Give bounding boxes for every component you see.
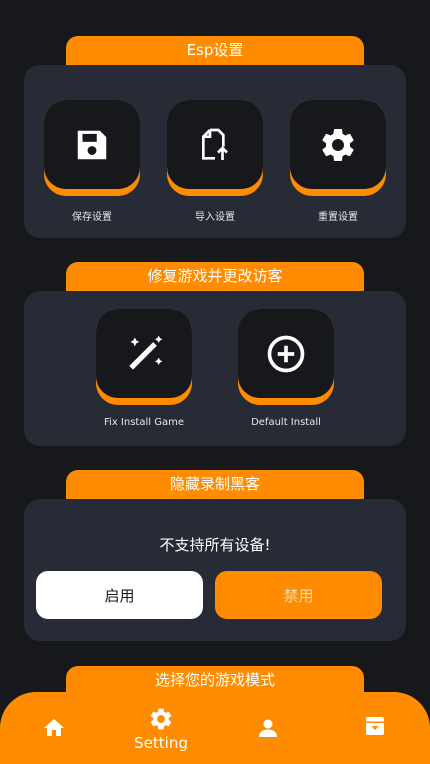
user-icon: [259, 719, 277, 737]
esp-settings-card: 保存设置 导入设置 重置设置: [24, 65, 406, 238]
enable-button[interactable]: 启用: [36, 571, 203, 619]
archive-icon: [366, 717, 384, 735]
nav-archive[interactable]: [363, 714, 387, 738]
nav-setting-label: Setting: [134, 734, 188, 752]
gear-icon: [150, 708, 172, 730]
disable-button[interactable]: 禁用: [215, 571, 382, 619]
reset-settings-label: 重置设置: [318, 212, 358, 223]
nav-home[interactable]: [42, 716, 66, 740]
esp-section-title: Esp设置: [66, 36, 364, 68]
nav-profile[interactable]: [256, 716, 280, 740]
save-settings-label: 保存设置: [72, 212, 112, 223]
import-settings-label: 导入设置: [195, 212, 235, 223]
fix-install-game-button[interactable]: [96, 309, 192, 405]
import-file-icon: [202, 128, 228, 160]
magic-wand-icon: [129, 335, 163, 370]
reset-settings-button[interactable]: [290, 100, 386, 196]
fix-section-title: 修复游戏并更改访客: [66, 262, 364, 294]
import-settings-button[interactable]: [167, 100, 263, 196]
default-install-button[interactable]: [238, 309, 334, 405]
gear-icon: [322, 128, 354, 161]
device-support-notice: 不支持所有设备!: [159, 536, 271, 554]
fix-install-game-label: Fix Install Game: [104, 417, 184, 428]
hide-section-title: 隐藏录制黑客: [66, 470, 364, 502]
default-install-label: Default Install: [251, 417, 321, 428]
save-settings-button[interactable]: [44, 100, 140, 196]
hide-recording-card: 不支持所有设备! 启用 禁用: [24, 499, 406, 641]
fix-game-card: Fix Install Game Default Install: [24, 291, 406, 446]
save-icon: [77, 130, 107, 159]
bottom-navigation: Setting: [0, 692, 430, 764]
plus-circle-icon: [267, 335, 305, 372]
home-icon: [44, 719, 64, 736]
nav-setting[interactable]: Setting: [128, 706, 194, 752]
